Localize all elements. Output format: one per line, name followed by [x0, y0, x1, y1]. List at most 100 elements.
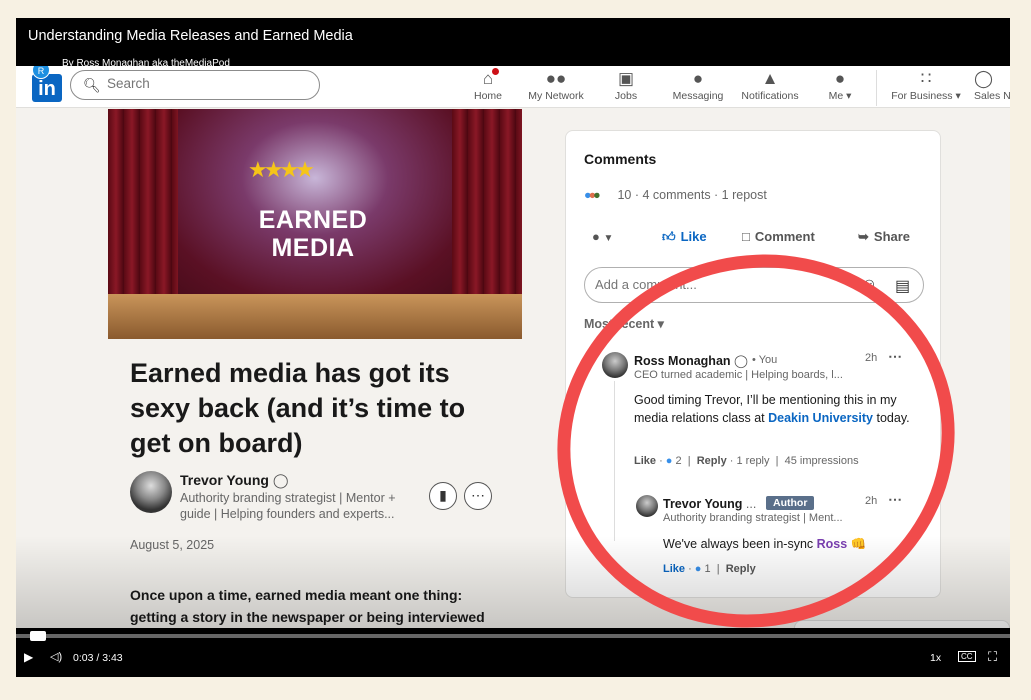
commenter-avatar[interactable] — [602, 352, 628, 378]
nav-jobs[interactable]: ▣ Jobs — [612, 68, 640, 102]
reply-author-name[interactable]: Trevor Young ... — [663, 497, 756, 511]
nav-divider — [876, 70, 877, 106]
volume-icon[interactable]: ◁) — [50, 650, 62, 663]
comment-icon: □ — [742, 229, 750, 244]
author-description: Authority branding strategist | Mentor +… — [180, 491, 396, 521]
bookmark-icon: ▮ — [439, 487, 447, 503]
notification-badge — [490, 66, 501, 77]
post-actions: ● ▼ 👍︎ Like □ Comment ➥ Share — [584, 229, 929, 251]
reply-avatar[interactable] — [636, 495, 658, 517]
curtain-left — [108, 109, 178, 299]
you-label: • You — [752, 354, 778, 366]
comment-author-desc: CEO turned academic | Helping boards, l.… — [634, 369, 843, 381]
mention-link[interactable]: Ross — [817, 537, 848, 551]
nav-me[interactable]: ● Me ▾ — [822, 68, 858, 102]
reply-like-button[interactable]: Like — [663, 563, 685, 575]
save-button[interactable]: ▮ — [429, 482, 457, 510]
actor-switcher[interactable]: ● ▼ — [592, 229, 613, 244]
like-count-icon: ● — [665, 455, 673, 467]
compass-icon: ◯ — [974, 69, 994, 88]
article-date: August 5, 2025 — [130, 538, 215, 552]
comment-time: 2h — [865, 352, 878, 364]
chevron-down-icon: ▼ — [603, 233, 614, 244]
comment-button[interactable]: □ Comment — [742, 229, 815, 244]
reply-body: We've always been in-sync Ross 👊 — [663, 537, 867, 551]
search-icon: 🔍︎ — [83, 77, 101, 93]
author-name[interactable]: Trevor Young ◯ — [180, 472, 289, 489]
messaging-overlay[interactable] — [794, 620, 1010, 628]
comment-reply-button[interactable]: Reply — [697, 455, 727, 467]
verified-icon: ◯ — [272, 472, 289, 488]
reaction-stats[interactable]: ●●● 10 · 4 comments · 1 repost — [584, 188, 767, 202]
video-player[interactable]: Understanding Media Releases and Earned … — [16, 18, 1010, 677]
progress-bar[interactable] — [16, 631, 1010, 641]
image-icon[interactable]: ▤ — [895, 276, 910, 296]
ellipsis-icon: ⋯ — [471, 487, 485, 503]
chat-icon: ● — [692, 69, 704, 88]
video-title: Understanding Media Releases and Earned … — [28, 28, 353, 44]
comment-body: Good timing Trevor, I’ll be mentioning t… — [634, 393, 910, 425]
impressions: 45 impressions — [784, 455, 859, 467]
like-count-icon: ● — [694, 563, 702, 575]
briefcase-icon: ▣ — [617, 69, 635, 88]
avatar: ● — [592, 229, 600, 244]
sort-dropdown[interactable]: Most recent ▾ — [584, 316, 664, 331]
player-controls: ▶ ◁) 0:03 / 3:43 1x CC ⛶ — [16, 646, 1010, 676]
avatar: ● — [834, 69, 846, 88]
article-headline: Earned media has got its sexy back (and … — [130, 358, 466, 458]
bell-icon: ▲ — [761, 69, 779, 88]
comment-author-name[interactable]: Ross Monaghan ◯ — [634, 353, 748, 368]
nav-sales[interactable]: ◯ Sales N — [974, 68, 1010, 102]
author-avatar[interactable] — [130, 471, 172, 513]
like-button[interactable]: 👍︎ Like — [662, 229, 707, 245]
linkedin-screen: in R 🔍︎ ⌂ Home ●● My Network ▣ Jobs ● Me — [16, 66, 1010, 628]
right-rail — [961, 130, 1010, 598]
more-options-button[interactable]: ⋯ — [464, 482, 492, 510]
comments-card: Comments ●●● 10 · 4 comments · 1 repost … — [565, 130, 941, 598]
add-comment-box[interactable]: ☺ ▤ — [584, 267, 924, 303]
university-link[interactable]: Deakin University — [768, 411, 873, 425]
author-badge: Author — [766, 496, 815, 510]
share-icon: ➥ — [858, 229, 869, 244]
home-icon: ⌂ — [482, 69, 494, 88]
speed-button[interactable]: 1x — [930, 652, 941, 664]
share-button[interactable]: ➥ Share — [858, 229, 910, 245]
play-icon[interactable]: ▶ — [24, 650, 33, 664]
article-lead: Once upon a time, earned media meant one… — [130, 587, 485, 625]
reaction-icons: ●●● — [584, 188, 600, 202]
time-display: 0:03 / 3:43 — [73, 652, 123, 664]
linkedin-topbar: in R 🔍︎ ⌂ Home ●● My Network ▣ Jobs ● Me — [16, 66, 1010, 108]
search-input[interactable] — [107, 76, 307, 91]
article-hero-image: ★★★★ EARNED MEDIA — [108, 109, 522, 339]
reply-time: 2h — [865, 495, 878, 507]
stage-floor — [108, 294, 522, 339]
comment-meta: Like · ● 2 | Reply · 1 reply | 45 impres… — [634, 455, 859, 467]
thread-line — [614, 381, 615, 541]
comments-title: Comments — [584, 151, 657, 167]
nav-my-network[interactable]: ●● My Network — [524, 68, 588, 102]
reply-reply-button[interactable]: Reply — [726, 563, 756, 575]
reply-author-desc: Authority branding strategist | Ment... — [663, 512, 843, 524]
nav-messaging[interactable]: ● Messaging — [668, 68, 728, 102]
grid-icon: ∷ — [920, 69, 932, 88]
comment-like-button[interactable]: Like — [634, 455, 656, 467]
emoji-icon[interactable]: ☺ — [861, 276, 877, 294]
reply-meta: Like · ● 1 | Reply — [663, 563, 756, 575]
stars-icon: ★★★★ — [248, 157, 315, 182]
fullscreen-icon[interactable]: ⛶ — [988, 649, 997, 665]
verified-icon: ◯ — [734, 354, 749, 368]
reply-more-icon[interactable]: ⋯ — [888, 491, 902, 508]
progress-handle[interactable] — [29, 631, 46, 641]
search-box[interactable]: 🔍︎ — [70, 70, 320, 100]
nav-for-business[interactable]: ∷ For Business ▾ — [886, 68, 966, 102]
curtain-right — [452, 109, 522, 299]
video-subtitle: By Ross Monaghan aka theMediaPod — [62, 58, 230, 69]
hero-text: EARNED MEDIA — [258, 206, 368, 262]
thumbs-up-icon: 👍︎ — [662, 229, 676, 244]
nav-home[interactable]: ⌂ Home — [468, 66, 508, 102]
comment-more-icon[interactable]: ⋯ — [888, 348, 902, 365]
captions-button[interactable]: CC — [958, 651, 976, 662]
network-icon: ●● — [545, 69, 567, 88]
nav-notifications[interactable]: ▲ Notifications — [736, 68, 804, 102]
comment-input[interactable] — [595, 277, 835, 292]
